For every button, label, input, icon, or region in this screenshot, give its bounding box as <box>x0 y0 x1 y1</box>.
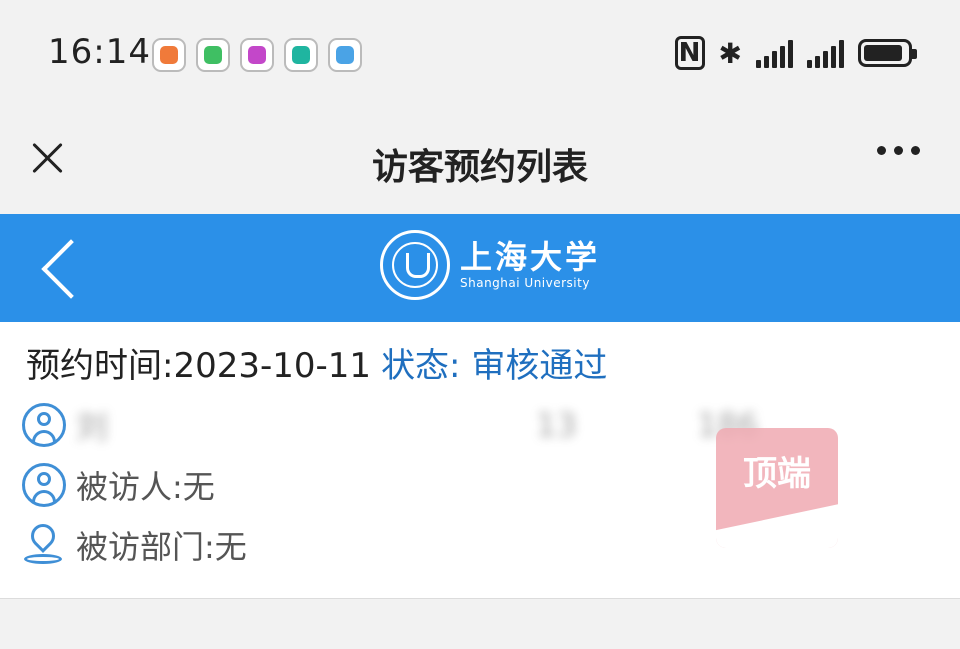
status-label: 状态: <box>381 346 461 386</box>
university-seal-icon <box>380 230 450 300</box>
back-arrow-icon[interactable] <box>34 234 84 304</box>
visitor-phone-prefix: 13 <box>536 406 577 444</box>
appointment-time-label: 预约时间: <box>26 346 174 386</box>
status-value: 审核通过 <box>471 346 608 386</box>
visitor-row: 刘 <box>22 402 108 448</box>
more-options-icon[interactable] <box>877 146 920 155</box>
visitee-person-icon <box>22 463 66 507</box>
visitee-row: 被访人:无 <box>22 462 215 508</box>
video-app-icon <box>196 38 230 72</box>
clock: 16:14 <box>48 32 151 72</box>
appointment-time-row: 预约时间:2023-10-11 状态: 审核通过 <box>26 338 607 387</box>
appointment-date: 2023-10-11 <box>173 346 372 386</box>
logo-english-name: Shanghai University <box>460 276 590 290</box>
visitee-text: 被访人:无 <box>76 468 215 506</box>
mi-home-app-icon <box>284 38 318 72</box>
status-text: 状态: 审核通过 <box>381 346 607 386</box>
location-pin-icon <box>22 522 66 568</box>
logo-chinese-name: 上海大学 <box>460 238 601 276</box>
department-row: 被访部门:无 <box>22 522 247 568</box>
title-bar: 访客预约列表 <box>0 112 960 214</box>
signal-icon-1 <box>756 38 793 68</box>
huawei-app-icon <box>152 38 186 72</box>
visitor-person-icon <box>22 403 66 447</box>
visitor-name: 刘 <box>76 408 109 446</box>
status-bar: 16:14 N ✱ <box>0 0 960 112</box>
signal-icon-2 <box>807 38 844 68</box>
music-app-icon <box>240 38 274 72</box>
system-icons: N ✱ <box>674 36 917 70</box>
battery-icon <box>858 39 917 67</box>
watermark-text: 顶端 <box>743 454 811 494</box>
university-logo: 上海大学 Shanghai University <box>380 230 600 300</box>
bluetooth-icon: ✱ <box>718 36 742 70</box>
message-app-icon <box>328 38 362 72</box>
page-title: 访客预约列表 <box>371 147 588 188</box>
nfc-icon: N <box>674 36 705 70</box>
university-header: 上海大学 Shanghai University <box>0 214 960 322</box>
department-text: 被访部门:无 <box>76 528 247 566</box>
notification-icons <box>152 38 362 72</box>
watermark-logo: 顶端 <box>716 428 838 548</box>
